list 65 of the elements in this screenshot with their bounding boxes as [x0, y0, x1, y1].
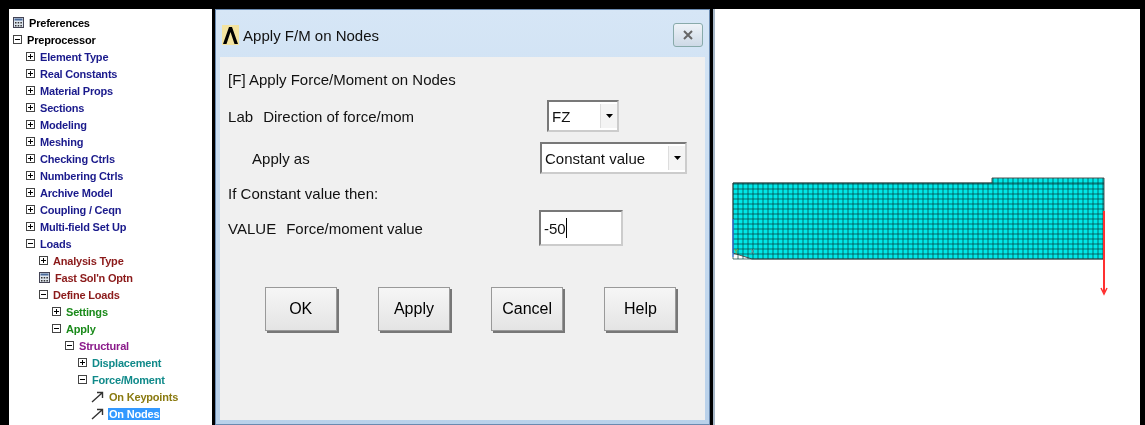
dropdown[interactable]: FZ: [547, 100, 619, 132]
dialog-button[interactable]: OK: [264, 287, 337, 331]
logo-icon: [222, 25, 240, 45]
expand-icon[interactable]: [26, 171, 35, 180]
tree-item[interactable]: Element Type: [39, 50, 110, 63]
dialog-button[interactable]: Help: [604, 287, 677, 331]
expand-icon[interactable]: [26, 188, 35, 197]
tree-item[interactable]: Analysis Type: [52, 254, 125, 267]
expand-icon[interactable]: [26, 154, 35, 163]
expand-icon[interactable]: [26, 137, 35, 146]
window-title: Apply F/M on Nodes: [243, 26, 380, 44]
tree-item[interactable]: Sections: [39, 101, 86, 114]
expand-icon[interactable]: [26, 120, 35, 129]
arrow-icon: [91, 390, 104, 403]
tree-item[interactable]: Apply: [65, 322, 97, 335]
tree-item[interactable]: Preprocessor: [26, 33, 97, 46]
dropdown[interactable]: Constant value: [540, 142, 687, 174]
arrow-icon: [91, 407, 104, 420]
expand-icon[interactable]: [26, 205, 35, 214]
tree-item[interactable]: Structural: [78, 339, 130, 352]
expand-icon[interactable]: [26, 222, 35, 231]
tree-item[interactable]: Numbering Ctrls: [39, 169, 125, 182]
field-key: Lab: [228, 107, 254, 125]
field-label: Direction of force/mom: [263, 107, 415, 125]
collapse-icon[interactable]: [26, 239, 35, 248]
tree-item[interactable]: Define Loads: [52, 288, 121, 301]
field-label: Apply as: [252, 149, 310, 167]
expand-icon[interactable]: [26, 103, 35, 112]
expand-icon[interactable]: [26, 69, 35, 78]
expand-icon[interactable]: [78, 358, 87, 367]
input-field[interactable]: -50: [539, 210, 623, 246]
expand-icon[interactable]: [26, 86, 35, 95]
tree-item[interactable]: Loads: [39, 237, 73, 250]
tree-item[interactable]: Settings: [65, 305, 109, 318]
dialog-button[interactable]: Cancel: [491, 287, 564, 331]
expand-icon[interactable]: [52, 307, 61, 316]
field-key: VALUE: [228, 219, 277, 237]
tree-item[interactable]: Coupling / Ceqn: [39, 203, 123, 216]
tree-item[interactable]: On Keypoints: [108, 390, 180, 403]
section-note: If Constant value then:: [228, 183, 380, 204]
tree-item[interactable]: Fast Sol'n Optn: [54, 271, 134, 284]
tree-item[interactable]: Archive Model: [39, 186, 114, 199]
collapse-icon[interactable]: [13, 35, 22, 44]
tree-item[interactable]: Material Props: [39, 84, 114, 97]
dialog-button[interactable]: Apply: [377, 287, 450, 331]
close-button[interactable]: [673, 23, 703, 47]
tree-item[interactable]: Modeling: [39, 118, 88, 131]
tree-item[interactable]: Multi-field Set Up: [39, 220, 128, 233]
tree-item[interactable]: Displacement: [91, 356, 163, 369]
close-icon: [682, 29, 694, 41]
expand-icon[interactable]: [39, 256, 48, 265]
calculator-icon: [13, 17, 24, 28]
tree-item[interactable]: Force/Moment: [91, 373, 166, 386]
tree-item[interactable]: Checking Ctrls: [39, 152, 116, 165]
collapse-icon[interactable]: [52, 324, 61, 333]
tree-item[interactable]: Meshing: [39, 135, 85, 148]
expand-icon[interactable]: [26, 52, 35, 61]
field-label: Force/moment value: [286, 219, 423, 237]
collapse-icon[interactable]: [65, 341, 74, 350]
tree-item[interactable]: Preferences: [28, 16, 91, 29]
calculator-icon: [39, 272, 50, 283]
collapse-icon[interactable]: [39, 290, 48, 299]
dialog-heading: [F] Apply Force/Moment on Nodes: [228, 71, 457, 90]
collapse-icon[interactable]: [78, 375, 87, 384]
tree-item[interactable]: Real Constants: [39, 67, 119, 80]
